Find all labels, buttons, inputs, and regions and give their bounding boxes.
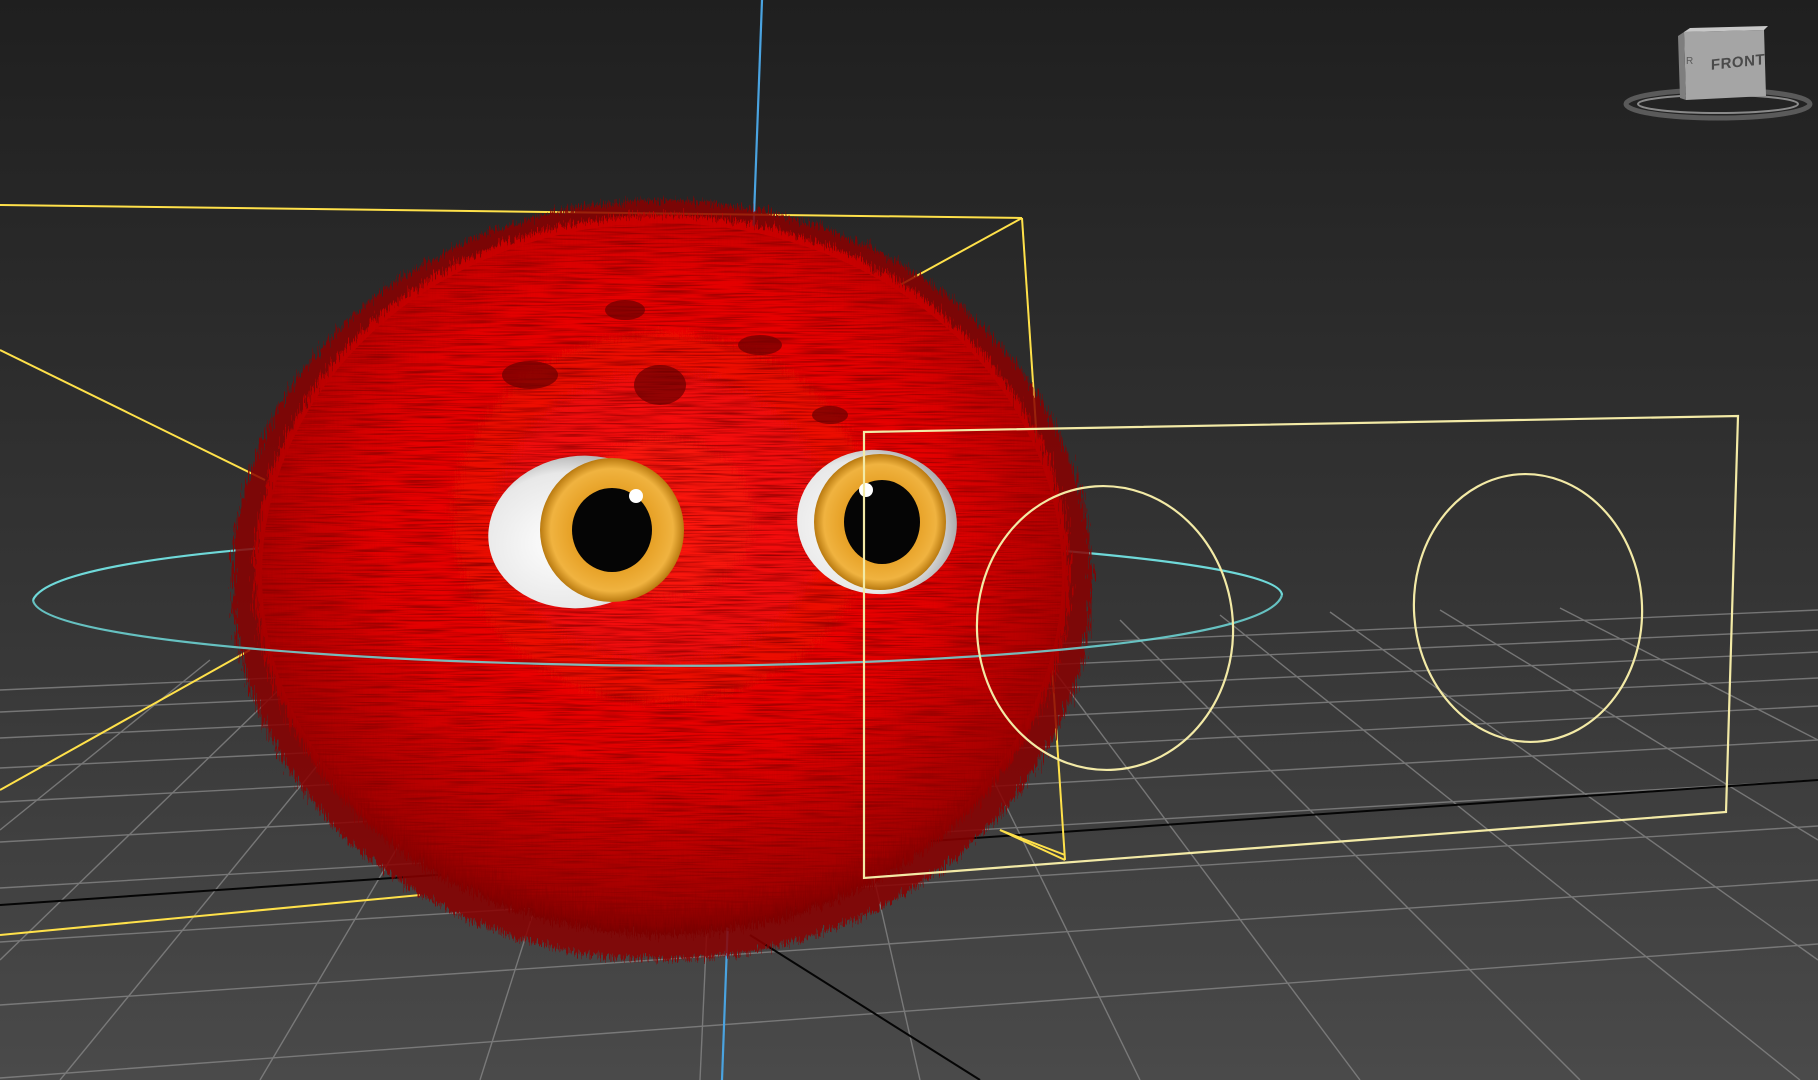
scene-canvas[interactable]: [0, 0, 1818, 1080]
perspective-viewport[interactable]: R FRONT: [0, 0, 1818, 1080]
viewcube-side-label: R: [1686, 56, 1694, 67]
viewcube-face-label[interactable]: FRONT: [1708, 51, 1768, 74]
viewcube-icon[interactable]: R FRONT: [1620, 20, 1780, 130]
